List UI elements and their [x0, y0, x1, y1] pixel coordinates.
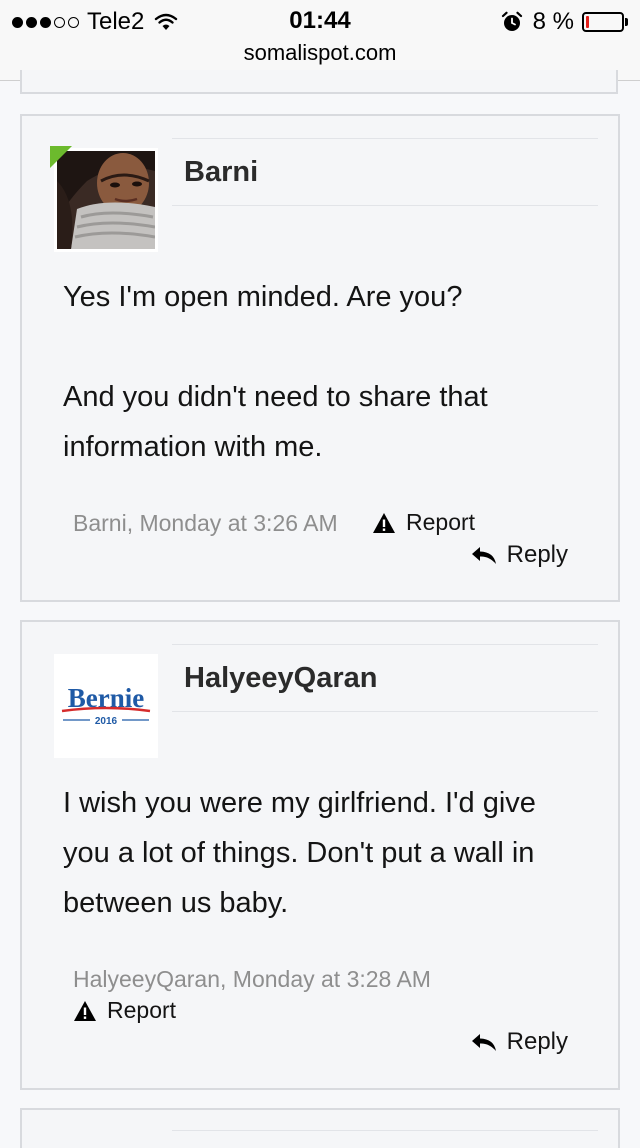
message-card: Bernie 2016 HalyeeyQaran I wish you were… — [20, 620, 620, 1090]
warning-icon — [74, 1000, 96, 1021]
reply-button[interactable]: Reply — [471, 541, 568, 569]
warning-icon — [373, 512, 395, 533]
report-label: Report — [406, 509, 476, 535]
avatar[interactable]: Bernie 2016 — [54, 654, 158, 758]
username-header: Barni — [172, 138, 598, 206]
battery-cap — [625, 18, 628, 26]
avatar-logo-year: 2016 — [95, 716, 118, 727]
reply-button[interactable]: Reply — [471, 1028, 568, 1056]
address-bar-url[interactable]: somalispot.com — [0, 40, 640, 66]
battery-percent: 8 % — [532, 8, 574, 35]
message-paragraph: Yes I'm open minded. Are you? — [63, 281, 463, 313]
status-right: 8 % — [501, 8, 628, 36]
status-bar: Tele2 01:44 8 % somalispot.com — [0, 0, 640, 81]
bernie-logo-avatar: Bernie 2016 — [57, 657, 155, 755]
online-indicator — [50, 146, 72, 168]
battery-icon — [582, 12, 628, 32]
message-body: Yes I'm open minded. Are you? And you di… — [63, 272, 590, 472]
reply-label: Reply — [506, 541, 568, 568]
report-button[interactable]: Report — [372, 509, 475, 536]
battery-level-fill — [586, 16, 589, 28]
report-button[interactable]: Report — [73, 997, 176, 1024]
username-link[interactable]: Barni — [184, 156, 258, 189]
message-paragraph: I wish you were my girlfriend. I'd give … — [63, 787, 536, 919]
report-label: Report — [107, 997, 177, 1023]
previous-message-card — [20, 70, 618, 94]
username-header: HalyeeyQaran — [172, 644, 598, 712]
message-card: Barni Yes I'm open minded. Are you? And … — [20, 114, 620, 602]
reply-arrow-icon — [471, 547, 496, 564]
username-link[interactable]: HalyeeyQaran — [184, 662, 377, 695]
reply-arrow-icon — [471, 1034, 496, 1051]
next-message-card — [20, 1108, 620, 1148]
message-paragraph: And you didn't need to share that inform… — [63, 381, 488, 463]
message-body: I wish you were my girlfriend. I'd give … — [63, 778, 590, 928]
message-meta[interactable]: Barni, Monday at 3:26 AM — [73, 510, 338, 537]
alarm-clock-icon — [501, 11, 522, 31]
reply-label: Reply — [506, 1028, 568, 1055]
message-meta[interactable]: HalyeeyQaran, Monday at 3:28 AM — [73, 966, 431, 993]
battery-body — [582, 12, 624, 32]
